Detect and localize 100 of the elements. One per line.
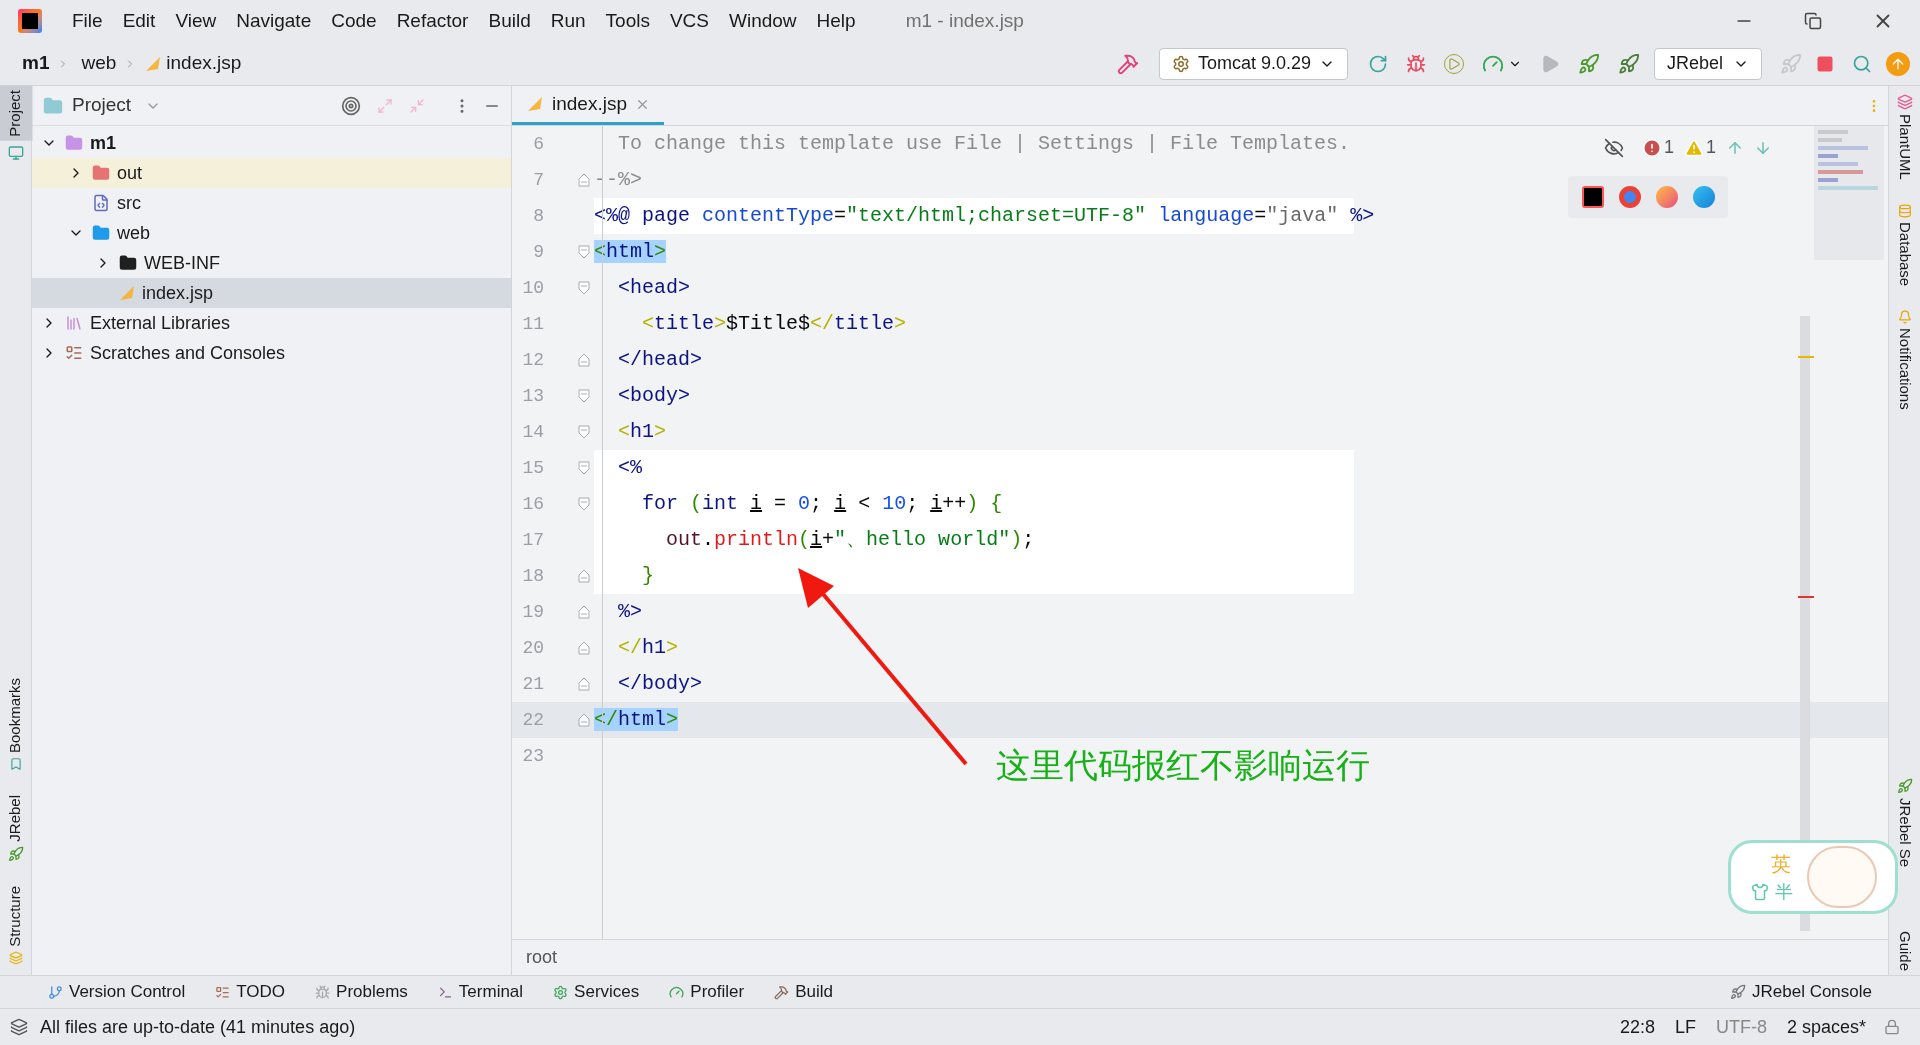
- fold-marker-icon[interactable]: [578, 281, 590, 295]
- rerun-icon[interactable]: [1367, 53, 1388, 74]
- tree-item[interactable]: src: [32, 188, 511, 218]
- tool-window-button[interactable]: JRebel: [0, 791, 33, 847]
- tree-item[interactable]: Scratches and Consoles: [32, 338, 511, 368]
- fold-marker-icon[interactable]: [578, 245, 590, 259]
- tool-window-button[interactable]: Project: [0, 86, 33, 141]
- rocket-icon: [1896, 777, 1913, 794]
- problems-icon: [315, 984, 331, 1000]
- tool-window-button[interactable]: Services: [553, 979, 640, 1005]
- menu-item[interactable]: Build: [478, 6, 541, 36]
- tool-window-button[interactable]: PlantUML: [1887, 110, 1920, 184]
- branch-icon: [48, 984, 63, 1000]
- menu-item[interactable]: Refactor: [386, 6, 479, 36]
- search-icon[interactable]: [1852, 53, 1872, 74]
- code-line: <h1>: [617, 419, 667, 445]
- locate-icon[interactable]: [341, 95, 361, 116]
- source-folder-icon: [91, 194, 111, 212]
- code-line: </head>: [617, 347, 703, 373]
- browser-icon[interactable]: [1692, 186, 1715, 208]
- fold-marker-icon[interactable]: [578, 497, 590, 511]
- breadcrumb-item[interactable]: index.jsp: [166, 49, 242, 78]
- stop-icon[interactable]: [1816, 54, 1834, 73]
- expand-all-icon[interactable]: [377, 97, 393, 114]
- reader-mode-icon[interactable]: [1603, 137, 1624, 158]
- collapse-all-icon[interactable]: [409, 97, 425, 114]
- database-icon: [1897, 203, 1912, 218]
- menu-item[interactable]: File: [62, 6, 113, 36]
- fold-marker-icon[interactable]: [578, 353, 590, 367]
- rocket-run-icon[interactable]: [1577, 52, 1600, 75]
- cursor-position[interactable]: 22:8: [1619, 1013, 1655, 1041]
- tool-window-button[interactable]: Structure: [0, 882, 33, 951]
- tree-item[interactable]: External Libraries: [32, 308, 511, 338]
- fold-marker-icon[interactable]: [578, 713, 590, 727]
- notifications-icon: [1897, 310, 1912, 325]
- line-number: 20: [521, 636, 544, 660]
- line-separator[interactable]: LF: [1674, 1013, 1696, 1041]
- tool-window-button[interactable]: Guide: [1887, 926, 1920, 975]
- fold-marker-icon[interactable]: [578, 173, 590, 187]
- menu-item[interactable]: Tools: [595, 6, 660, 36]
- warning-icon: [1684, 137, 1704, 158]
- tool-window-button[interactable]: Problems: [315, 979, 408, 1005]
- tree-item[interactable]: index.jsp: [32, 278, 511, 308]
- fold-marker-icon[interactable]: [578, 461, 590, 475]
- browser-icon[interactable]: [1655, 186, 1678, 208]
- menu-item[interactable]: Help: [806, 6, 866, 36]
- code-minimap[interactable]: [1814, 126, 1884, 260]
- breadcrumb-item[interactable]: m1: [22, 49, 50, 78]
- tool-window-button[interactable]: Terminal: [437, 979, 524, 1005]
- fold-marker-icon[interactable]: [578, 425, 590, 439]
- breadcrumb-item[interactable]: web: [81, 49, 117, 78]
- tree-item[interactable]: out: [32, 158, 511, 188]
- rocket-icon[interactable]: [1780, 52, 1802, 75]
- tree-item[interactable]: web: [32, 218, 511, 248]
- fold-marker-icon[interactable]: [578, 569, 590, 583]
- line-number: 9: [532, 240, 544, 264]
- menu-item[interactable]: Window: [719, 6, 807, 36]
- menu-item[interactable]: Run: [540, 6, 596, 36]
- browser-icon[interactable]: [1618, 186, 1641, 208]
- menu-item[interactable]: Code: [321, 6, 387, 36]
- tree-item-label: index.jsp: [142, 281, 214, 305]
- menu-item[interactable]: VCS: [659, 6, 719, 36]
- tree-item[interactable]: m1: [32, 128, 511, 158]
- tool-window-button[interactable]: Profiler: [669, 979, 745, 1005]
- code-line: <%: [617, 455, 642, 481]
- update-icon[interactable]: [1886, 51, 1910, 76]
- restore-icon[interactable]: [1804, 12, 1822, 30]
- code-line: </h1>: [617, 635, 679, 661]
- app-logo-icon: [18, 9, 42, 33]
- ide-browser-icon[interactable]: [1581, 186, 1604, 208]
- tool-window-button[interactable]: TODO: [215, 979, 286, 1005]
- code-line: To change this template use File | Settings | File Templates.: [617, 131, 1351, 157]
- line-number: 8: [532, 204, 544, 228]
- tool-window-button[interactable]: Bookmarks: [0, 674, 33, 758]
- tool-window-button[interactable]: Build: [774, 979, 833, 1005]
- fold-marker-icon[interactable]: [578, 641, 590, 655]
- tool-window-button[interactable]: Database: [1887, 217, 1920, 291]
- tree-item[interactable]: WEB-INF: [32, 248, 511, 278]
- fold-marker-icon[interactable]: [578, 677, 590, 691]
- menu-item[interactable]: Edit: [112, 6, 166, 36]
- line-number: 22: [521, 708, 544, 732]
- lock-icon[interactable]: [1884, 1019, 1900, 1035]
- code-line: %>: [617, 599, 642, 625]
- line-number: 17: [521, 528, 544, 552]
- tree-item-label: src: [117, 191, 141, 215]
- tool-window-button[interactable]: Notifications: [1887, 324, 1920, 414]
- tool-window-button[interactable]: Version Control: [48, 979, 186, 1005]
- fold-marker-icon[interactable]: [578, 605, 590, 619]
- breadcrumb-item[interactable]: root: [526, 944, 558, 971]
- menu-item[interactable]: Navigate: [226, 6, 322, 36]
- rocket-debug-icon[interactable]: [1617, 52, 1640, 75]
- indent-setting[interactable]: 2 spaces*: [1786, 1013, 1866, 1041]
- run-config-dropdown[interactable]: Tomcat 9.0.29: [1158, 47, 1348, 80]
- jrebel-config-dropdown[interactable]: JRebel: [1653, 47, 1762, 80]
- fold-marker-icon[interactable]: [578, 389, 590, 403]
- tool-window-button[interactable]: JRebel Console: [1730, 979, 1872, 1005]
- panel-title[interactable]: Project: [72, 91, 132, 120]
- debug-icon[interactable]: [1405, 53, 1426, 74]
- hammer-icon[interactable]: [1116, 52, 1139, 75]
- menu-item[interactable]: View: [165, 6, 227, 36]
